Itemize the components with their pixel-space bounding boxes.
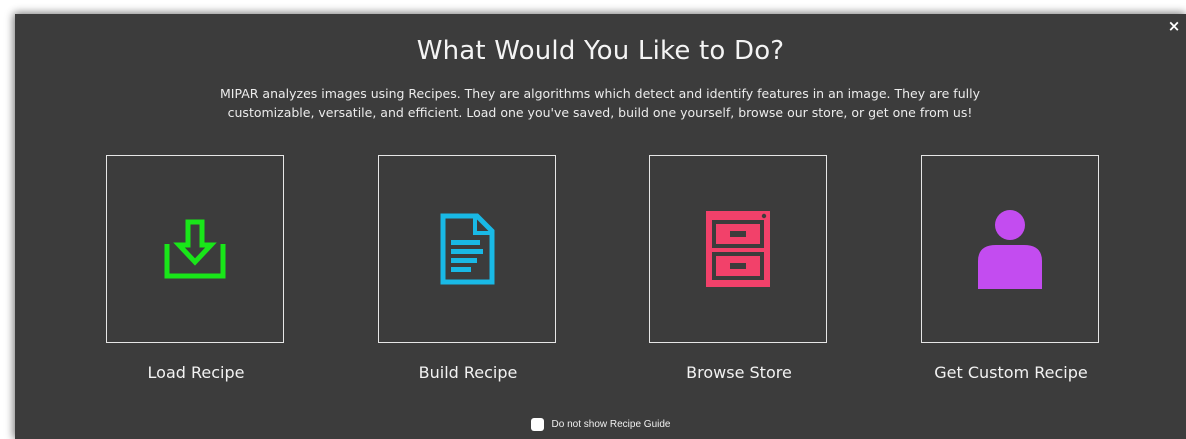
document-icon	[440, 213, 495, 285]
load-recipe-option[interactable]: Load Recipe	[106, 155, 286, 382]
close-button[interactable]: ×	[1166, 18, 1182, 34]
get-custom-recipe-option[interactable]: Get Custom Recipe	[921, 155, 1101, 382]
person-icon	[978, 210, 1042, 289]
browse-store-tile[interactable]	[649, 155, 827, 343]
load-recipe-label: Load Recipe	[147, 363, 245, 382]
build-recipe-option[interactable]: Build Recipe	[378, 155, 558, 382]
dialog-title: What Would You Like to Do?	[416, 36, 785, 66]
do-not-show-label[interactable]: Do not show Recipe Guide	[552, 419, 671, 430]
download-tray-icon	[164, 219, 226, 279]
filing-cabinet-icon	[706, 211, 770, 287]
dialog-description: MIPAR analyzes images using Recipes. The…	[220, 86, 980, 120]
browse-store-label: Browse Store	[686, 363, 792, 382]
get-custom-recipe-tile[interactable]	[921, 155, 1099, 343]
browse-store-option[interactable]: Browse Store	[649, 155, 829, 382]
do-not-show-checkbox[interactable]	[530, 418, 544, 431]
build-recipe-label: Build Recipe	[418, 363, 518, 382]
build-recipe-tile[interactable]	[378, 155, 556, 343]
dialog-footer: Do not show Recipe Guide	[15, 418, 1186, 431]
recipe-guide-dialog: × What Would You Like to Do? MIPAR analy…	[15, 14, 1186, 439]
get-custom-recipe-label: Get Custom Recipe	[934, 363, 1088, 382]
load-recipe-tile[interactable]	[106, 155, 284, 343]
